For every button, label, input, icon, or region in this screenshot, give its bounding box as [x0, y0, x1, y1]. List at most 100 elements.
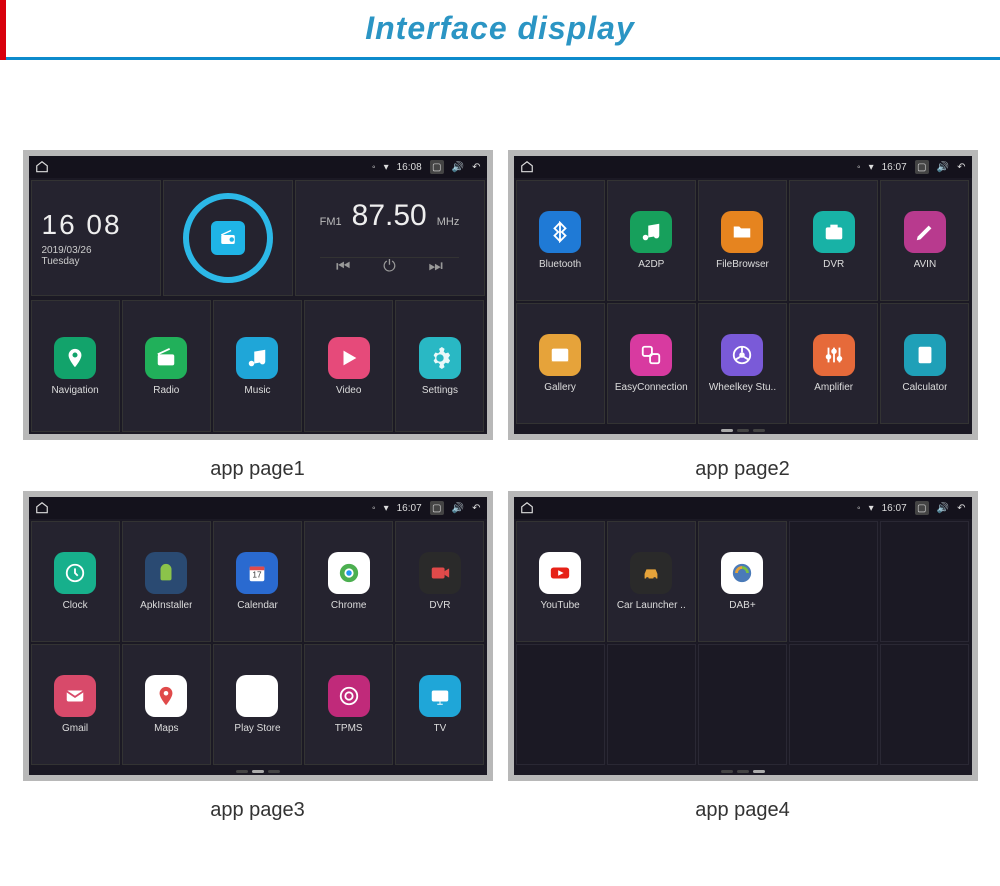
prev-track-icon[interactable]: ⏮: [336, 258, 350, 276]
app-navigation[interactable]: Navigation: [31, 300, 120, 432]
app-label: Settings: [422, 385, 458, 396]
music-icon: [236, 337, 278, 379]
app-youtube[interactable]: YouTube: [516, 521, 605, 642]
gps-icon: ◦: [372, 162, 376, 173]
app-label: Clock: [63, 600, 88, 611]
back-icon[interactable]: ↶: [957, 503, 965, 514]
app-car-launcher-[interactable]: Car Launcher ..: [607, 521, 696, 642]
chrome-icon: [328, 552, 370, 594]
clock-widget[interactable]: 16 08 2019/03/26 Tuesday: [31, 180, 161, 296]
app-maps[interactable]: Maps: [122, 644, 211, 765]
app-amplifier[interactable]: Amplifier: [789, 303, 878, 424]
volume-icon[interactable]: 🔊: [452, 503, 464, 514]
app-label: Calendar: [237, 600, 278, 611]
clock-time: 16 08: [42, 209, 122, 241]
app-calculator[interactable]: Calculator: [880, 303, 969, 424]
wifi-icon: ▾: [869, 503, 874, 514]
app-tpms[interactable]: TPMS: [304, 644, 393, 765]
back-icon[interactable]: ↶: [957, 162, 965, 173]
app-label: Maps: [154, 723, 178, 734]
bt-icon: [539, 211, 581, 253]
clock-date: 2019/03/26: [42, 245, 92, 256]
app-gallery[interactable]: Gallery: [516, 303, 605, 424]
mail-icon: [54, 675, 96, 717]
home-icon[interactable]: [35, 501, 49, 515]
screenshot-icon[interactable]: ▢: [915, 160, 929, 174]
radio-widget[interactable]: [163, 180, 293, 296]
power-icon[interactable]: ⏻: [383, 258, 396, 276]
app-easyconnection[interactable]: EasyConnection: [607, 303, 696, 424]
android-icon: [145, 552, 187, 594]
page-indicator: [514, 426, 972, 434]
next-track-icon[interactable]: ⏭: [429, 258, 443, 276]
app-label: DVR: [823, 259, 844, 270]
app-a2dp[interactable]: A2DP: [607, 180, 696, 301]
volume-icon[interactable]: 🔊: [937, 503, 949, 514]
app-wheelkey-stu-[interactable]: Wheelkey Stu..: [698, 303, 787, 424]
app-play-store[interactable]: Play Store: [213, 644, 302, 765]
statusbar: ◦ ▾ 16:07 ▢ 🔊 ↶: [29, 497, 487, 519]
fm-band: FM1: [320, 216, 342, 228]
wheel-icon: [721, 334, 763, 376]
app-filebrowser[interactable]: FileBrowser: [698, 180, 787, 301]
fm-widget: FM1 87.50 MHz ⏮ ⏻ ⏭: [295, 180, 485, 296]
svg-text:17: 17: [253, 571, 263, 580]
app-label: Bluetooth: [539, 259, 581, 270]
app-calendar[interactable]: 17 Calendar: [213, 521, 302, 642]
volume-icon[interactable]: 🔊: [452, 162, 464, 173]
pin-icon: [54, 337, 96, 379]
home-icon[interactable]: [520, 501, 534, 515]
app-label: Car Launcher ..: [617, 600, 686, 611]
cal-icon: 17: [236, 552, 278, 594]
home-icon[interactable]: [35, 160, 49, 174]
header: Interface display: [0, 0, 1000, 60]
app-gmail[interactable]: Gmail: [31, 644, 120, 765]
gps-icon: ◦: [857, 503, 861, 514]
app-chrome[interactable]: Chrome: [304, 521, 393, 642]
app-label: Calculator: [902, 382, 947, 393]
clock-icon: [54, 552, 96, 594]
empty-cell: [607, 644, 696, 765]
app-label: YouTube: [540, 600, 579, 611]
app-settings[interactable]: Settings: [395, 300, 484, 432]
calc-icon: [904, 334, 946, 376]
app-dab-[interactable]: DAB+: [698, 521, 787, 642]
app-label: Wheelkey Stu..: [709, 382, 776, 393]
status-time: 16:07: [397, 503, 422, 514]
app-radio[interactable]: Radio: [122, 300, 211, 432]
status-time: 16:07: [882, 162, 907, 173]
home-icon[interactable]: [520, 160, 534, 174]
app-video[interactable]: Video: [304, 300, 393, 432]
caption-page4: app page4: [695, 799, 790, 822]
screenshot-icon[interactable]: ▢: [430, 501, 444, 515]
image-icon: [539, 334, 581, 376]
app-dvr[interactable]: DVR: [395, 521, 484, 642]
back-icon[interactable]: ↶: [472, 503, 480, 514]
header-title: Interface display: [365, 10, 635, 47]
empty-cell: [698, 644, 787, 765]
app-tv[interactable]: TV: [395, 644, 484, 765]
statusbar: ◦ ▾ 16:07 ▢ 🔊 ↶: [514, 156, 972, 178]
fm-unit: MHz: [437, 216, 460, 228]
app-clock[interactable]: Clock: [31, 521, 120, 642]
link-icon: [630, 334, 672, 376]
back-icon[interactable]: ↶: [472, 162, 480, 173]
app-apkinstaller[interactable]: ApkInstaller: [122, 521, 211, 642]
screenshot-icon[interactable]: ▢: [430, 160, 444, 174]
radio-dial-icon: [183, 193, 273, 283]
app-dvr[interactable]: DVR: [789, 180, 878, 301]
volume-icon[interactable]: 🔊: [937, 162, 949, 173]
app-label: Gallery: [544, 382, 576, 393]
app-bluetooth[interactable]: Bluetooth: [516, 180, 605, 301]
app-label: Play Store: [234, 723, 280, 734]
screenshot-icon[interactable]: ▢: [915, 501, 929, 515]
header-accent: [0, 0, 6, 60]
app-avin[interactable]: AVIN: [880, 180, 969, 301]
caption-page3: app page3: [210, 799, 305, 822]
pen-icon: [904, 211, 946, 253]
play-icon: [328, 337, 370, 379]
caption-page1: app page1: [210, 458, 305, 481]
app-label: AVIN: [914, 259, 937, 270]
tv-icon: [419, 675, 461, 717]
app-music[interactable]: Music: [213, 300, 302, 432]
